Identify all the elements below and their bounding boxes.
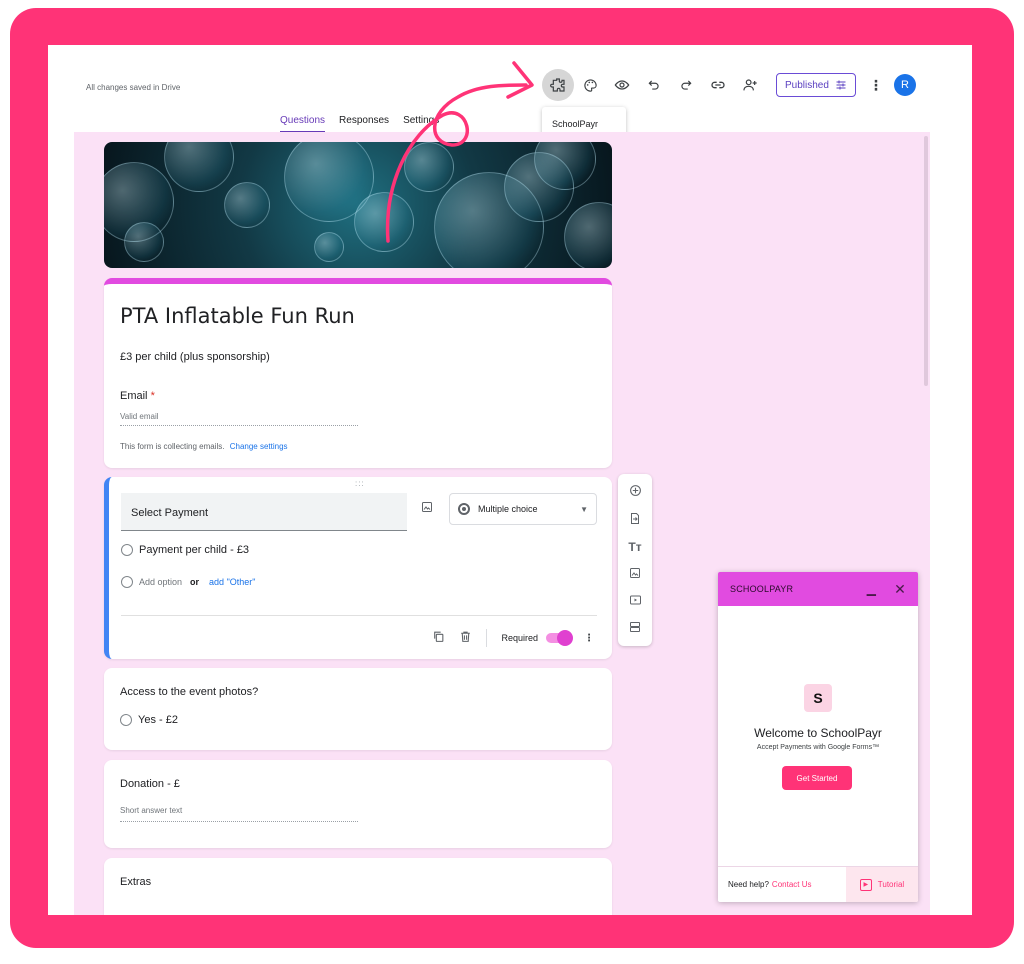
radio-icon [121, 544, 133, 556]
chevron-down-icon: ▼ [580, 504, 588, 514]
get-started-button[interactable]: Get Started [782, 766, 852, 790]
add-title-icon[interactable]: Tт [628, 540, 641, 554]
floating-toolbar: Tт [618, 474, 652, 646]
email-field[interactable]: Valid email [120, 408, 358, 426]
import-questions-icon[interactable] [629, 512, 641, 528]
tagline: Accept Payments with Google Forms™ [756, 744, 880, 751]
avatar[interactable]: R [893, 74, 916, 96]
close-icon[interactable]: ✕ [894, 581, 906, 598]
palette-icon[interactable] [574, 69, 606, 101]
option-row: Payment per child - £3 [121, 544, 249, 556]
schoolpayr-logo: S [804, 684, 832, 712]
radio-icon [121, 576, 133, 588]
tutorial-label: Tutorial [877, 880, 905, 889]
divider [121, 615, 597, 616]
radio-icon[interactable] [120, 714, 132, 726]
form-title[interactable]: PTA Inflatable Fun Run [120, 304, 355, 328]
add-collaborator-icon[interactable] [734, 69, 766, 101]
schoolpayr-footer: Need help? Contact Us ▶ Tutorial [718, 866, 918, 902]
option-row: Yes - £2 [120, 714, 178, 726]
tab-questions[interactable]: Questions [280, 115, 326, 133]
question-card-active[interactable]: ::: Select Payment Multiple choice ▼ Pay… [104, 477, 612, 659]
delete-icon[interactable] [459, 630, 472, 646]
question-card[interactable]: Extras [104, 858, 612, 915]
question-footer: Required ⋮ [432, 629, 594, 647]
schoolpayr-header: SCHOOLPAYR ▁ ✕ [718, 572, 918, 606]
forms-editor-screen: All changes saved in Drive Published ⋮ R [48, 45, 972, 915]
add-option-link[interactable]: Add option [139, 577, 182, 587]
question-more-icon[interactable]: ⋮ [584, 633, 594, 644]
help-text: Need help? [728, 880, 769, 889]
publish-settings-icon [836, 80, 846, 90]
question-card[interactable]: Access to the event photos? Yes - £2 [104, 668, 612, 750]
collecting-note-text: This form is collecting emails. [120, 442, 225, 451]
minimize-icon[interactable]: ▁ [867, 582, 876, 596]
required-toggle[interactable] [546, 630, 573, 646]
addons-puzzle-icon[interactable] [542, 69, 574, 101]
question-title: Extras [120, 876, 152, 888]
multiple-choice-icon [458, 503, 470, 515]
tab-settings[interactable]: Settings [403, 115, 439, 133]
redo-icon[interactable] [670, 69, 702, 101]
add-video-icon[interactable] [629, 594, 642, 609]
undo-icon[interactable] [638, 69, 670, 101]
question-title-input[interactable]: Select Payment [121, 493, 407, 531]
schoolpayr-panel: SCHOOLPAYR ▁ ✕ S Welcome to SchoolPayr A… [718, 572, 918, 902]
collecting-emails-note: This form is collecting emails. Change s… [120, 442, 288, 451]
add-section-icon[interactable] [629, 621, 641, 636]
question-type-select[interactable]: Multiple choice ▼ [449, 493, 597, 525]
required-asterisk: * [150, 390, 155, 402]
help-row: Need help? Contact Us [718, 867, 846, 902]
question-card[interactable]: Donation - £ Short answer text [104, 760, 612, 848]
welcome-heading: Welcome to SchoolPayr [754, 726, 882, 740]
question-title: Access to the event photos? [120, 686, 259, 698]
drag-handle-icon[interactable]: ::: [355, 479, 365, 488]
more-options-icon[interactable]: ⋮ [866, 77, 886, 94]
play-icon: ▶ [859, 878, 872, 891]
toolbar: Published ⋮ R [542, 69, 916, 101]
add-question-icon[interactable] [629, 484, 642, 500]
header-banner-image [104, 142, 612, 268]
question-type-label: Multiple choice [478, 504, 538, 514]
tutorial-button[interactable]: ▶ Tutorial [846, 867, 918, 902]
duplicate-icon[interactable] [432, 630, 445, 646]
add-image-icon[interactable] [421, 501, 433, 516]
preview-eye-icon[interactable] [606, 69, 638, 101]
add-option-row: Add option or add "Other" [121, 576, 255, 588]
email-label-text: Email [120, 390, 148, 402]
form-tabs: Questions Responses Settings [280, 115, 439, 133]
add-other-link[interactable]: add "Other" [209, 577, 255, 587]
link-icon[interactable] [702, 69, 734, 101]
option-text[interactable]: Payment per child - £3 [139, 544, 249, 556]
form-description[interactable]: £3 per child (plus sponsorship) [120, 351, 270, 363]
short-answer-field[interactable]: Short answer text [120, 806, 358, 822]
published-label: Published [785, 79, 829, 91]
contact-us-link[interactable]: Contact Us [772, 880, 812, 889]
question-title: Donation - £ [120, 778, 180, 790]
form-canvas: PTA Inflatable Fun Run £3 per child (plu… [74, 132, 930, 915]
email-label: Email * [120, 390, 155, 402]
published-button[interactable]: Published [776, 73, 856, 97]
or-text: or [190, 577, 200, 587]
divider [486, 629, 488, 647]
form-title-card: PTA Inflatable Fun Run £3 per child (plu… [104, 278, 612, 468]
tab-responses[interactable]: Responses [339, 115, 389, 133]
scrollbar[interactable] [924, 136, 928, 386]
add-image-icon[interactable] [629, 567, 641, 582]
change-settings-link[interactable]: Change settings [230, 442, 288, 451]
option-text: Yes - £2 [138, 714, 178, 726]
schoolpayr-header-title: SCHOOLPAYR [730, 584, 794, 594]
save-status: All changes saved in Drive [86, 83, 181, 92]
required-label: Required [501, 633, 538, 643]
